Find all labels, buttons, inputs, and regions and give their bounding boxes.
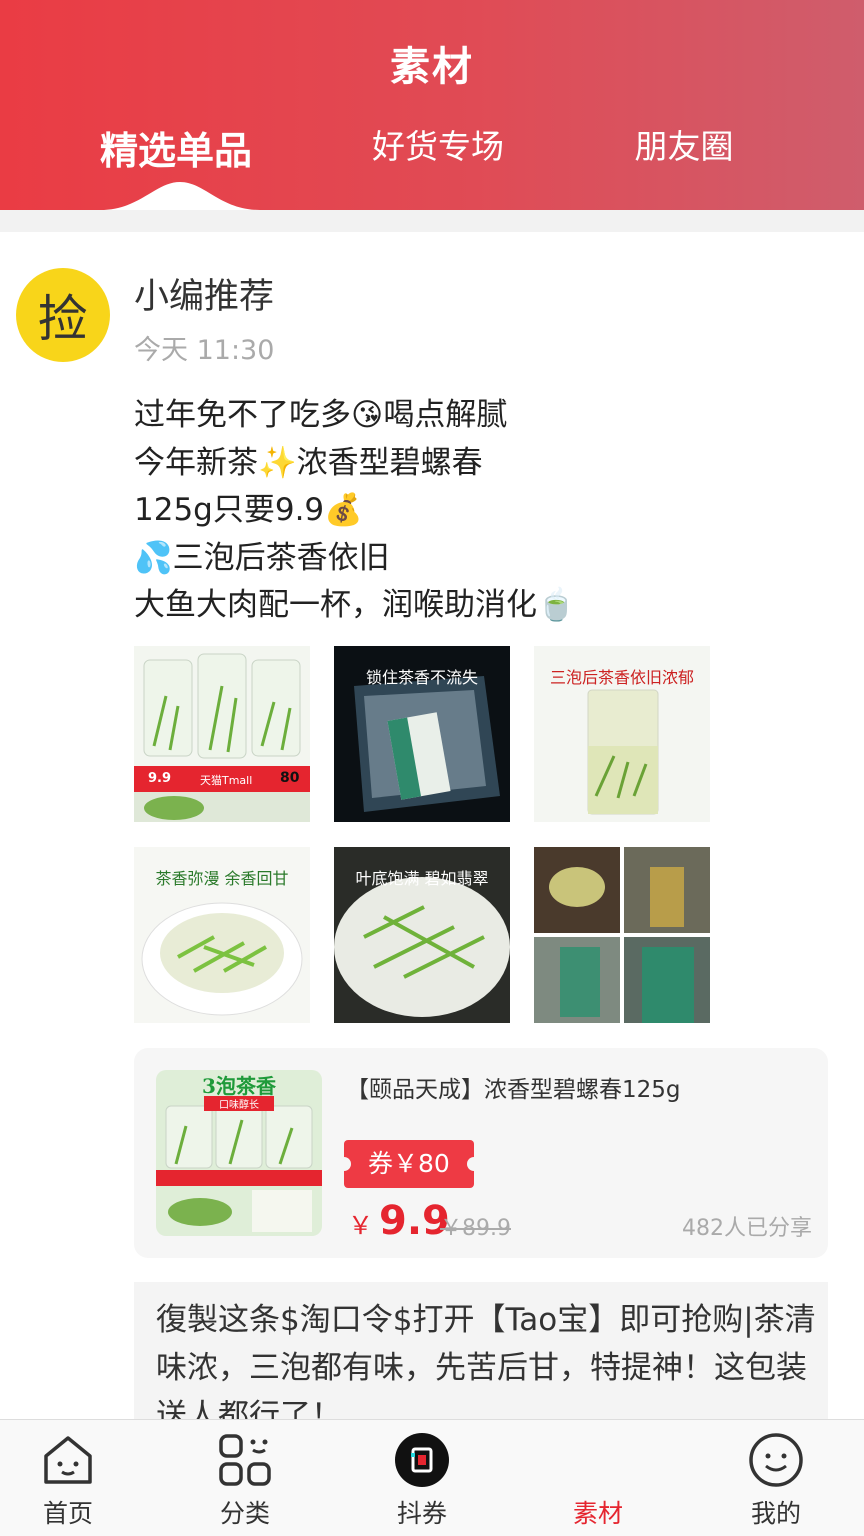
tab-good-deals[interactable]: 好货专场	[318, 120, 558, 168]
material-page: 素材 精选单品 好货专场 朋友圈 捡 小编推荐 今天 11:30 过年免不了吃多…	[0, 0, 864, 1536]
post-line: 今年新茶✨浓香型碧螺春	[134, 444, 483, 481]
divider	[0, 210, 864, 232]
product-title: 【颐品天成】浓香型碧螺春125g	[346, 1077, 681, 1103]
nav-material[interactable]: 素材	[538, 1420, 658, 1536]
nav-category[interactable]: 分类	[185, 1420, 305, 1536]
post-line: 大鱼大肉配一杯，润喉助消化🍵	[134, 587, 576, 623]
thumbnail-subtitle: 口味醇长	[204, 1096, 274, 1111]
post-line: 💦三泡后茶香依旧	[134, 539, 390, 576]
nav-douyin-coupon[interactable]: 抖券	[362, 1420, 482, 1536]
nav-label: 分类	[219, 1499, 270, 1528]
bottom-nav: 首页 分类 抖券 素材 我的	[0, 1419, 864, 1536]
nav-label: 首页	[42, 1499, 93, 1528]
douyin-icon	[395, 1433, 449, 1487]
active-tab-indicator	[100, 182, 260, 212]
copy-text-box[interactable]: 復製这条$淘口令$打开【Tao宝】即可抢购|茶清味浓，三泡都有味，先苦后甘，特提…	[134, 1282, 828, 1432]
tab-featured-items[interactable]: 精选单品	[56, 120, 296, 175]
tea-box-ice-image[interactable]: 锁住茶香不流失	[334, 646, 510, 822]
original-price: ￥89.9	[440, 1216, 511, 1241]
currency-symbol: ￥	[348, 1211, 374, 1240]
page-title: 素材	[390, 44, 474, 90]
product-thumbnail[interactable]: 3泡茶香 口味醇长	[156, 1070, 322, 1236]
post-line: 125g只要9.9💰	[134, 492, 363, 528]
home-icon	[44, 1436, 92, 1484]
tab-moments[interactable]: 朋友圈	[564, 120, 804, 168]
image-caption: 叶底饱满 碧如翡翠	[355, 869, 489, 888]
share-count: 482人已分享	[682, 1216, 812, 1241]
image-price-tag: 9.9	[148, 771, 172, 786]
nav-label: 我的	[750, 1499, 801, 1528]
product-card[interactable]: 3泡茶香 口味醇长 【颐品天成】浓香型碧螺春125g 券￥80 ￥ 9.9 ￥89…	[134, 1048, 828, 1258]
image-caption: 锁住茶香不流失	[365, 668, 478, 687]
avatar[interactable]: 捡	[16, 268, 110, 362]
image-store-tag: 天猫Tmall	[200, 774, 253, 787]
post-author: 小编推荐	[134, 277, 275, 317]
nav-profile[interactable]: 我的	[716, 1420, 836, 1536]
nav-home[interactable]: 首页	[8, 1420, 128, 1536]
nav-label: 素材	[572, 1499, 623, 1528]
copy-text: 復製这条$淘口令$打开【Tao宝】即可抢购|茶清味浓，三泡都有味，先苦后甘，特提…	[156, 1302, 816, 1432]
coupon-badge[interactable]: 券￥80	[337, 1140, 481, 1188]
product-price: ￥ 9.9	[348, 1198, 450, 1244]
post-line: 过年免不了吃多😘喝点解腻	[134, 397, 508, 433]
nav-label: 抖券	[396, 1499, 447, 1528]
tea-leaves-dark-image[interactable]: 叶底饱满 碧如翡翠	[334, 847, 510, 1023]
post-text: 过年免不了吃多😘喝点解腻 今年新茶✨浓香型碧螺春 125g只要9.9💰 💦三泡后…	[134, 392, 834, 630]
post-time: 今天 11:30	[134, 335, 275, 366]
tea-glass-image[interactable]: 9.9 天猫Tmall 80	[134, 646, 310, 822]
tab-bar: 精选单品 好货专场 朋友圈	[0, 120, 864, 180]
image-grid: 9.9 天猫Tmall 80 锁住茶香不流失 三泡后茶香依旧浓郁 茶香弥漫 余香…	[134, 646, 710, 1023]
profile-icon	[749, 1433, 803, 1487]
image-caption: 茶香弥漫 余香回甘	[155, 869, 289, 888]
thumbnail-banner: 3泡茶香	[202, 1074, 276, 1098]
image-caption: 三泡后茶香依旧浓郁	[549, 668, 694, 687]
category-icon	[219, 1434, 271, 1486]
image-coupon-tag: 80	[280, 770, 300, 786]
tea-brewed-glass-image[interactable]: 三泡后茶香依旧浓郁	[534, 646, 710, 822]
tea-leaves-bowl-image[interactable]: 茶香弥漫 余香回甘	[134, 847, 310, 1023]
tea-collage-image[interactable]	[534, 847, 710, 1023]
